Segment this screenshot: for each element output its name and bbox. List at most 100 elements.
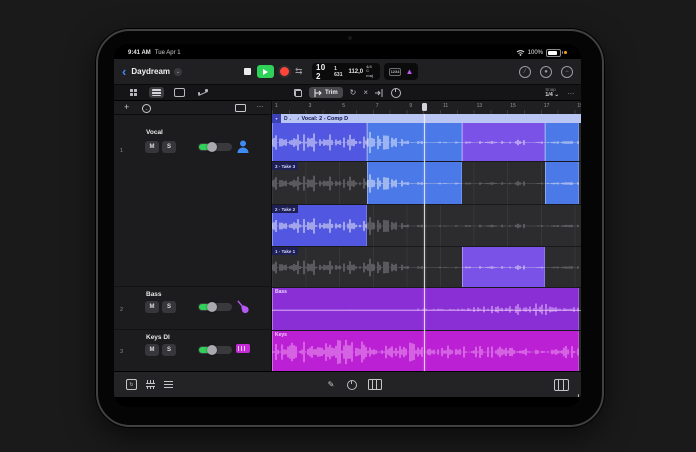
mixer-icon[interactable] [146,380,155,389]
take-label[interactable]: 3 - Take 3 [272,162,299,170]
join-tool-icon[interactable] [375,84,384,102]
take-lane-2[interactable]: 2 - Take 2 [272,205,581,247]
add-track-button[interactable]: + [124,102,129,112]
track-number: 1 [120,148,124,154]
ruler[interactable]: 135791113151719 [272,101,581,115]
waveform-clip [367,123,462,161]
take-folder-disclosure-icon[interactable]: ▾ [272,114,281,123]
mute-button[interactable]: M [145,344,159,356]
track-number: 2 [120,307,124,313]
back-button[interactable]: ‹ [122,65,126,78]
ruler-measure: 5 [342,103,345,109]
loop-tool-icon[interactable]: ↻ [350,88,357,97]
cycle-icon[interactable]: ⇆ [295,66,303,77]
comp-region-header[interactable]: ▾ D ⌄ ♪ Vocal: 2 - Comp D [272,114,581,123]
play-surface-keyboard-icon[interactable] [554,379,569,391]
track-header-bass[interactable]: 2 Bass M S [114,286,272,330]
region-label: Bass [275,289,287,295]
take-label[interactable]: 1 - Take 1 [272,247,299,255]
playhead-handle[interactable] [422,103,427,111]
split-tool-icon[interactable]: × [363,88,368,97]
keys-track-icon [236,344,250,353]
comp-selector-chevron-icon: ⌄ [288,116,292,121]
browser-view-icon[interactable] [126,87,141,98]
snap-value: 1/4 [545,91,553,98]
control-bar-more-icon[interactable]: … [568,89,576,96]
snap-control[interactable]: Snap 1/4 ⌄ [545,87,559,98]
automation-view-icon[interactable] [195,87,210,98]
copy-icon[interactable] [294,88,302,97]
disable-icon[interactable]: ⁄ [519,65,531,78]
bottom-left-icons: ↻ [126,379,173,390]
solo-button[interactable]: S [162,141,176,153]
ruler-measure: 17 [543,103,550,109]
waveform [272,303,579,316]
trim-tool-button[interactable]: Trim [309,87,343,98]
edit-tools: Trim ↻ × [294,84,402,102]
track-header-keys[interactable]: 3 Keys DI M S [114,329,272,372]
track-number: 3 [120,349,124,355]
battery-percent: 100% [527,49,543,56]
list-editor-icon[interactable] [164,380,173,389]
lcd-signature: 4/4 C maj [366,64,376,79]
plugins-knob-icon[interactable] [347,379,357,390]
volume-slider[interactable] [198,302,232,312]
mute-button[interactable]: M [145,301,159,313]
project-title[interactable]: Daydream [131,67,170,76]
metronome-icon[interactable]: ▲ [405,67,413,76]
track-name: Vocal [146,129,163,136]
battery-icon [546,48,563,57]
solo-button[interactable]: S [162,344,176,356]
wifi-icon [516,50,524,56]
track-header-vocal[interactable]: 1 Vocal M S [114,114,272,174]
waveform [545,141,579,144]
keys-region[interactable]: Keys [272,331,581,373]
lcd-subposition: 1 631 [334,65,343,78]
front-camera [348,36,352,40]
vocal-comp-region[interactable] [272,123,581,162]
stop-button[interactable] [244,68,251,75]
take-lane-3[interactable]: 3 - Take 3 [272,162,581,205]
count-in-button[interactable]: 1234 [388,67,402,76]
mic-active-indicator [564,51,567,54]
collapse-headers-icon[interactable] [235,104,246,112]
track-name: Keys DI [146,334,170,341]
regions-view-icon[interactable] [172,87,187,98]
volume-slider[interactable] [198,345,232,355]
volume-slider[interactable] [198,142,232,152]
waveform-clip [272,288,579,330]
track-header-column: + ⌄ … 1 Vocal M S 2 Bass M S 3 Keys DI M… [114,101,272,371]
status-bar: 9:41 AM Tue Apr 1 100% [114,46,581,59]
take-lane-1[interactable]: 1 - Take 1 [272,247,581,288]
settings-icon[interactable]: ● [540,65,552,78]
loop-browser-icon[interactable]: ↻ [126,379,137,390]
waveform-clip [367,162,462,204]
playhead[interactable] [424,114,425,371]
bass-region[interactable]: Bass [272,288,581,331]
ipad-device: 9:41 AM Tue Apr 1 100% ‹ Daydream ⌄ ⇆ 10 … [96,29,604,427]
take-label[interactable]: 2 - Take 2 [272,205,299,213]
waveform-clip [462,247,545,287]
record-button[interactable] [280,67,289,76]
trim-label: Trim [325,89,338,96]
project-menu-chevron-icon[interactable]: ⌄ [174,67,183,76]
pencil-editor-icon[interactable]: ✎ [326,380,336,390]
note-icon: ♪ [296,115,300,122]
waveform [367,174,462,193]
more-options-icon[interactable]: − [561,65,573,78]
solo-button[interactable]: S [162,301,176,313]
knob-tool-icon[interactable] [391,87,402,98]
ruler-measure: 11 [443,103,449,109]
track-options-icon[interactable]: ⌄ [142,103,151,113]
play-button[interactable] [257,65,274,78]
lcd-tempo: 112,0 [348,68,364,75]
tracks-view-icon[interactable] [149,87,164,98]
comp-selector[interactable]: D [284,116,288,122]
track-header-more-icon[interactable]: … [257,102,265,109]
ruler-measure: 9 [409,103,413,109]
piano-roll-icon[interactable] [368,379,382,390]
ruler-measure: 3 [308,103,312,109]
mute-button[interactable]: M [145,141,159,153]
waveform-clip [462,123,545,161]
lcd-display[interactable]: 10 2 1 631 112,0 4/4 C maj [312,63,380,81]
